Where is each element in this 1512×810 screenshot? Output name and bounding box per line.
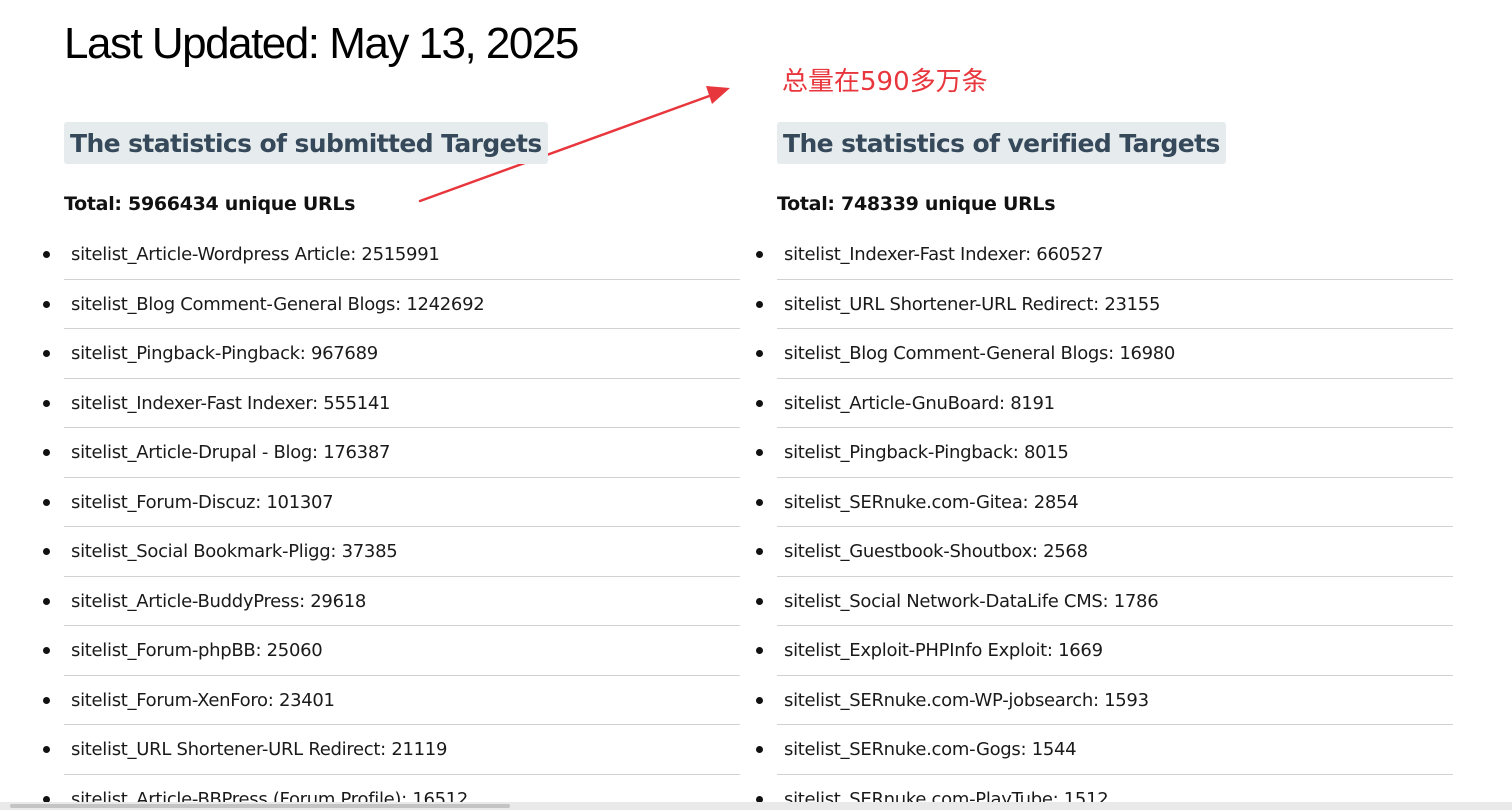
page: Last Updated: May 13, 2025 总量在590多万条 The… — [0, 0, 1512, 810]
bullet-icon — [43, 300, 50, 308]
bullet-icon — [43, 251, 50, 258]
list-item-label: sitelist_Indexer-Fast Indexer: 555141 — [71, 392, 391, 414]
verified-targets-section: The statistics of verified Targets Total… — [756, 122, 1453, 810]
page-title: Last Updated: May 13, 2025 — [64, 19, 579, 68]
list-item: sitelist_Indexer-Fast Indexer: 660527 — [756, 230, 1453, 280]
list-item-label: sitelist_Forum-Discuz: 101307 — [71, 491, 334, 513]
list-item-label: sitelist_Guestbook-Shoutbox: 2568 — [784, 541, 1088, 562]
list-item: sitelist_Blog Comment-General Blogs: 124… — [43, 280, 740, 329]
list-item: sitelist_Guestbook-Shoutbox: 2568 — [756, 527, 1453, 577]
list-item: sitelist_Social Bookmark-Pligg: 37385 — [43, 527, 740, 577]
bullet-icon — [43, 498, 50, 506]
bullet-icon — [756, 399, 763, 407]
verified-total: Total: 748339 unique URLs — [777, 193, 1056, 215]
verified-list: sitelist_Indexer-Fast Indexer: 660527 sit… — [756, 230, 1453, 810]
bullet-icon — [756, 597, 763, 605]
list-item-label: sitelist_Social Network-DataLife CMS: 17… — [784, 590, 1159, 612]
list-item: sitelist_Pingback-Pingback: 967689 — [43, 329, 740, 379]
list-item-label: sitelist_Article-Wordpress Article: 2515… — [71, 244, 440, 265]
bullet-icon — [756, 746, 763, 753]
list-item: sitelist_Article-Drupal - Blog: 176387 — [43, 428, 740, 478]
list-item: sitelist_Article-GnuBoard: 8191 — [756, 379, 1453, 428]
bullet-icon — [43, 746, 50, 753]
list-item-label: sitelist_SERnuke.com-WP-jobsearch: 1593 — [784, 689, 1149, 711]
list-item: sitelist_URL Shortener-URL Redirect: 211… — [43, 725, 740, 775]
list-item: sitelist_Article-BuddyPress: 29618 — [43, 577, 740, 626]
list-item-label: sitelist_URL Shortener-URL Redirect: 231… — [784, 293, 1161, 315]
annotation-text: 总量在590多万条 — [782, 67, 988, 97]
bullet-icon — [756, 251, 763, 258]
list-item-label: sitelist_Blog Comment-General Blogs: 169… — [784, 343, 1176, 364]
list-item-label: sitelist_Indexer-Fast Indexer: 660527 — [784, 244, 1104, 265]
bullet-icon — [43, 350, 50, 357]
submitted-total: Total: 5966434 unique URLs — [64, 193, 356, 215]
list-item: sitelist_Exploit-PHPInfo Exploit: 1669 — [756, 626, 1453, 676]
bullet-icon — [756, 548, 763, 555]
list-item-label: sitelist_URL Shortener-URL Redirect: 211… — [71, 739, 448, 760]
list-item: sitelist_SERnuke.com-Gitea: 2854 — [756, 478, 1453, 527]
list-item-label: sitelist_SERnuke.com-Gitea: 2854 — [784, 491, 1079, 513]
bullet-icon — [756, 300, 763, 308]
submitted-targets-section: The statistics of submitted Targets Tota… — [43, 122, 740, 810]
list-item: sitelist_Article-Wordpress Article: 2515… — [43, 230, 740, 280]
list-item-label: sitelist_Article-BuddyPress: 29618 — [71, 590, 367, 612]
bullet-icon — [43, 647, 50, 654]
list-item: sitelist_Blog Comment-General Blogs: 169… — [756, 329, 1453, 379]
verified-heading: The statistics of verified Targets — [777, 122, 1226, 164]
bullet-icon — [43, 399, 50, 407]
submitted-heading: The statistics of submitted Targets — [64, 122, 548, 164]
bullet-icon — [756, 647, 763, 654]
list-item: sitelist_Indexer-Fast Indexer: 555141 — [43, 379, 740, 428]
list-item-label: sitelist_Blog Comment-General Blogs: 124… — [71, 293, 485, 315]
bullet-icon — [756, 449, 763, 456]
list-item: sitelist_URL Shortener-URL Redirect: 231… — [756, 280, 1453, 329]
bullet-icon — [43, 597, 50, 605]
submitted-list: sitelist_Article-Wordpress Article: 2515… — [43, 230, 740, 810]
bullet-icon — [43, 548, 50, 555]
list-item-label: sitelist_Social Bookmark-Pligg: 37385 — [71, 541, 398, 562]
list-item-label: sitelist_SERnuke.com-Gogs: 1544 — [784, 739, 1077, 760]
list-item-label: sitelist_Article-Drupal - Blog: 176387 — [71, 442, 391, 463]
list-item-label: sitelist_Article-GnuBoard: 8191 — [784, 392, 1055, 414]
list-item: sitelist_Social Network-DataLife CMS: 17… — [756, 577, 1453, 626]
list-item: sitelist_Pingback-Pingback: 8015 — [756, 428, 1453, 478]
list-item-label: sitelist_Pingback-Pingback: 967689 — [71, 343, 378, 364]
list-item: sitelist_Forum-phpBB: 25060 — [43, 626, 740, 676]
list-item: sitelist_SERnuke.com-WP-jobsearch: 1593 — [756, 676, 1453, 725]
bullet-icon — [756, 350, 763, 357]
scrollbar-thumb[interactable] — [10, 804, 510, 808]
bullet-icon — [43, 449, 50, 456]
bullet-icon — [756, 498, 763, 506]
list-item-label: sitelist_Pingback-Pingback: 8015 — [784, 442, 1069, 463]
list-item: sitelist_Forum-Discuz: 101307 — [43, 478, 740, 527]
bullet-icon — [43, 696, 50, 704]
horizontal-scrollbar[interactable] — [0, 802, 1512, 810]
list-item-label: sitelist_Forum-XenForo: 23401 — [71, 689, 335, 711]
bullet-icon — [756, 696, 763, 704]
list-item: sitelist_Forum-XenForo: 23401 — [43, 676, 740, 725]
list-item-label: sitelist_Forum-phpBB: 25060 — [71, 640, 323, 661]
list-item: sitelist_SERnuke.com-Gogs: 1544 — [756, 725, 1453, 775]
list-item-label: sitelist_Exploit-PHPInfo Exploit: 1669 — [784, 640, 1103, 661]
